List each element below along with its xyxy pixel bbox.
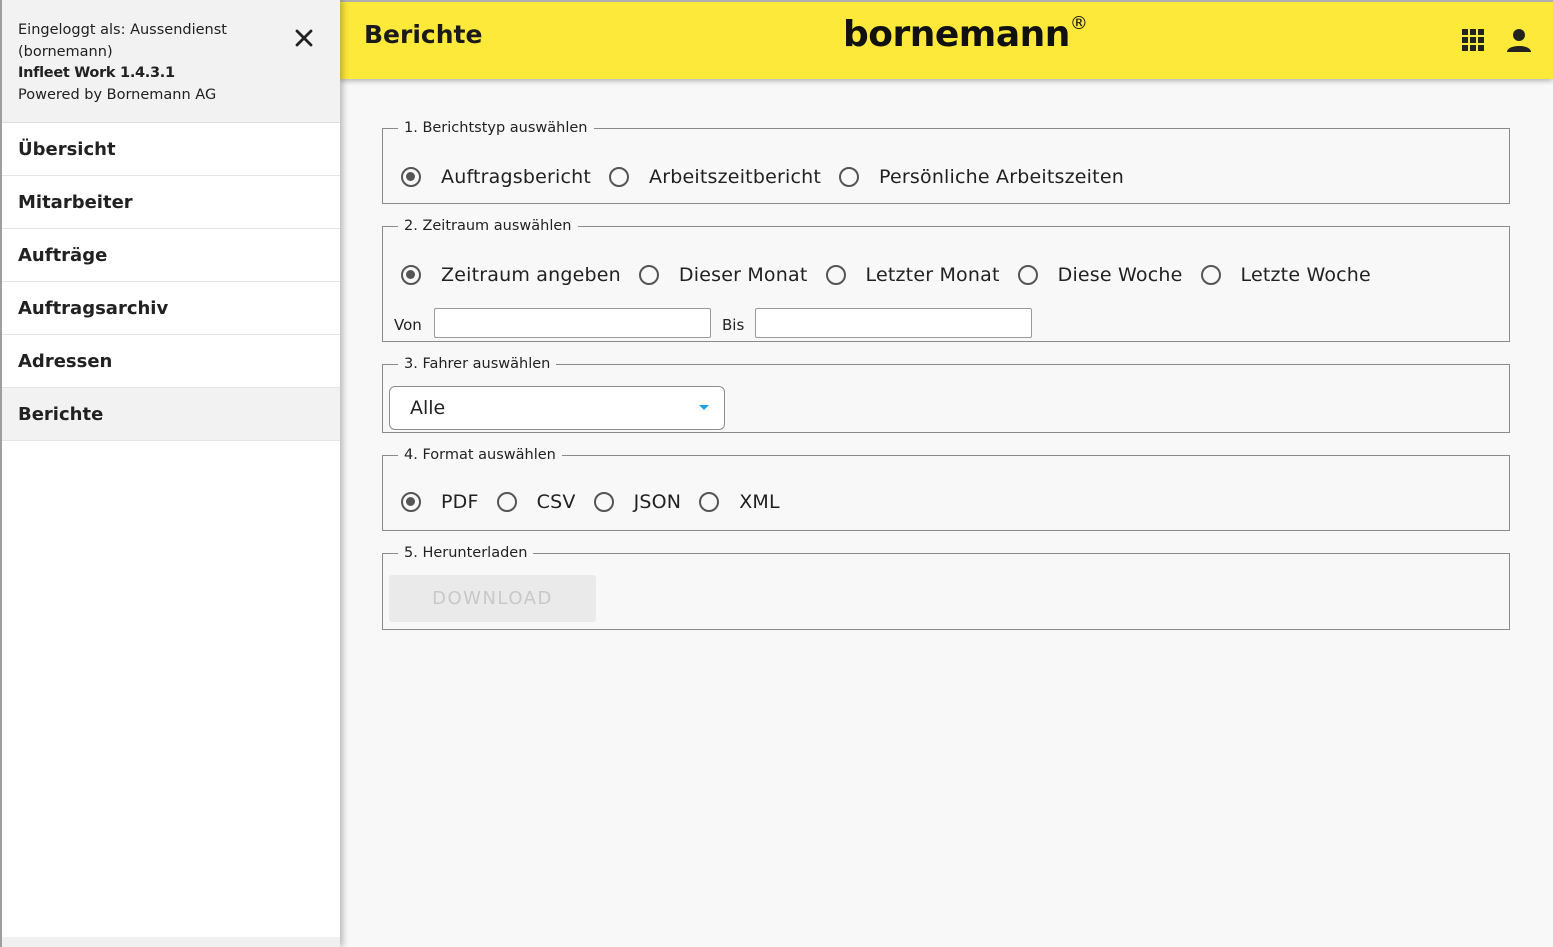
- sidebar: Eingeloggt als: Aussendienst (bornemann)…: [0, 0, 340, 947]
- radio-persoenliche-arbeitszeiten[interactable]: Persönliche Arbeitszeiten: [839, 166, 1124, 188]
- sidebar-item-auftragsarchiv[interactable]: Auftragsarchiv: [2, 282, 340, 335]
- section-legend: 4. Format auswählen: [404, 447, 556, 463]
- section-legend: 5. Herunterladen: [404, 545, 528, 561]
- radio-button[interactable]: [638, 265, 659, 285]
- close-icon: [295, 29, 313, 47]
- radio-button[interactable]: [609, 167, 630, 187]
- radio-label: Persönliche Arbeitszeiten: [879, 166, 1124, 188]
- radio-button[interactable]: [699, 492, 720, 512]
- powered-by: Powered by Bornemann AG: [18, 86, 217, 103]
- radio-button-checked[interactable]: [401, 167, 421, 187]
- login-account: (bornemann): [18, 43, 113, 60]
- sidebar-item-mitarbeiter[interactable]: Mitarbeiter: [2, 176, 340, 229]
- format-section: 4. Format auswählen PDF CSV JSON XML: [382, 447, 1510, 531]
- from-label: Von: [394, 316, 422, 334]
- radio-label: Arbeitszeitbericht: [649, 166, 822, 188]
- driver-section: 3. Fahrer auswählen Alle: [382, 356, 1510, 433]
- radio-label: Letzter Monat: [865, 264, 1000, 286]
- report-type-section: 1. Berichtstyp auswählen Auftragsbericht…: [382, 120, 1510, 204]
- sidebar-item-auftraege[interactable]: Aufträge: [2, 229, 340, 282]
- radio-button[interactable]: [825, 265, 846, 285]
- radio-label: CSV: [536, 491, 576, 513]
- radio-letzter-monat[interactable]: Letzter Monat: [825, 264, 1000, 286]
- sidebar-item-label: Auftragsarchiv: [18, 297, 169, 319]
- download-section: 5. Herunterladen DOWNLOAD: [382, 545, 1510, 630]
- sidebar-item-adressen[interactable]: Adressen: [2, 335, 340, 388]
- driver-select[interactable]: Alle: [389, 386, 725, 430]
- radio-button[interactable]: [496, 492, 517, 512]
- section-legend: 1. Berichtstyp auswählen: [404, 120, 588, 136]
- from-date-input[interactable]: [434, 308, 711, 338]
- to-date-input[interactable]: [755, 308, 1032, 338]
- period-section: 2. Zeitraum auswählen Zeitraum angeben D…: [382, 218, 1510, 342]
- download-button[interactable]: DOWNLOAD: [389, 575, 596, 622]
- radio-diese-woche[interactable]: Diese Woche: [1017, 264, 1183, 286]
- apps-grid-icon: [1462, 29, 1484, 51]
- radio-button-checked[interactable]: [401, 265, 421, 285]
- sidebar-header: Eingeloggt als: Aussendienst (bornemann)…: [2, 0, 340, 123]
- page-title: Berichte: [364, 20, 483, 49]
- radio-json[interactable]: JSON: [593, 491, 682, 513]
- registered-mark: ®: [1069, 13, 1088, 34]
- radio-zeitraum-angeben[interactable]: Zeitraum angeben: [401, 264, 621, 286]
- brand-logo: bornemann®: [843, 13, 1088, 55]
- sidebar-item-label: Übersicht: [18, 138, 116, 160]
- radio-button[interactable]: [593, 492, 614, 512]
- app-version: Infleet Work 1.4.3.1: [18, 65, 175, 81]
- to-label: Bis: [722, 316, 745, 334]
- sidebar-item-label: Mitarbeiter: [18, 191, 133, 213]
- radio-label: PDF: [441, 491, 479, 513]
- section-legend: 3. Fahrer auswählen: [404, 356, 551, 372]
- radio-auftragsbericht[interactable]: Auftragsbericht: [401, 166, 591, 188]
- login-info: Eingeloggt als: Aussendienst: [18, 22, 227, 38]
- radio-label: Zeitraum angeben: [441, 264, 621, 286]
- sidebar-footer: [2, 937, 340, 947]
- radio-label: XML: [739, 491, 780, 513]
- radio-button-checked[interactable]: [401, 492, 421, 512]
- sidebar-item-label: Aufträge: [18, 244, 108, 266]
- account-icon: [1507, 29, 1531, 52]
- radio-csv[interactable]: CSV: [496, 491, 576, 513]
- radio-button[interactable]: [1200, 265, 1221, 285]
- radio-button[interactable]: [839, 167, 860, 187]
- sidebar-item-berichte[interactable]: Berichte: [2, 388, 340, 441]
- account-button[interactable]: [1503, 24, 1535, 56]
- radio-label: Dieser Monat: [678, 264, 808, 286]
- app-header: Berichte bornemann®: [340, 0, 1553, 79]
- radio-label: Auftragsbericht: [441, 166, 592, 188]
- radio-button[interactable]: [1017, 265, 1038, 285]
- format-radio-group: PDF CSV JSON XML: [401, 491, 798, 513]
- close-sidebar-button[interactable]: [290, 24, 318, 52]
- radio-label: Diese Woche: [1057, 264, 1183, 286]
- sidebar-item-label: Adressen: [18, 350, 113, 372]
- radio-arbeitszeitbericht[interactable]: Arbeitszeitbericht: [609, 166, 821, 188]
- driver-select-value: Alle: [410, 397, 446, 419]
- dropdown-arrow-icon: [699, 405, 709, 410]
- section-legend: 2. Zeitraum auswählen: [404, 218, 572, 234]
- brand-logo-text: bornemann: [843, 14, 1070, 55]
- sidebar-item-uebersicht[interactable]: Übersicht: [2, 123, 340, 176]
- radio-label: JSON: [633, 491, 682, 513]
- apps-button[interactable]: [1457, 24, 1489, 56]
- sidebar-item-label: Berichte: [18, 403, 104, 425]
- period-radio-group: Zeitraum angeben Dieser Monat Letzter Mo…: [401, 264, 1389, 286]
- radio-pdf[interactable]: PDF: [401, 491, 479, 513]
- report-type-radio-group: Auftragsbericht Arbeitszeitbericht Persö…: [401, 166, 1142, 188]
- radio-dieser-monat[interactable]: Dieser Monat: [638, 264, 808, 286]
- radio-letzte-woche[interactable]: Letzte Woche: [1200, 264, 1371, 286]
- radio-xml[interactable]: XML: [699, 491, 780, 513]
- radio-label: Letzte Woche: [1240, 264, 1371, 286]
